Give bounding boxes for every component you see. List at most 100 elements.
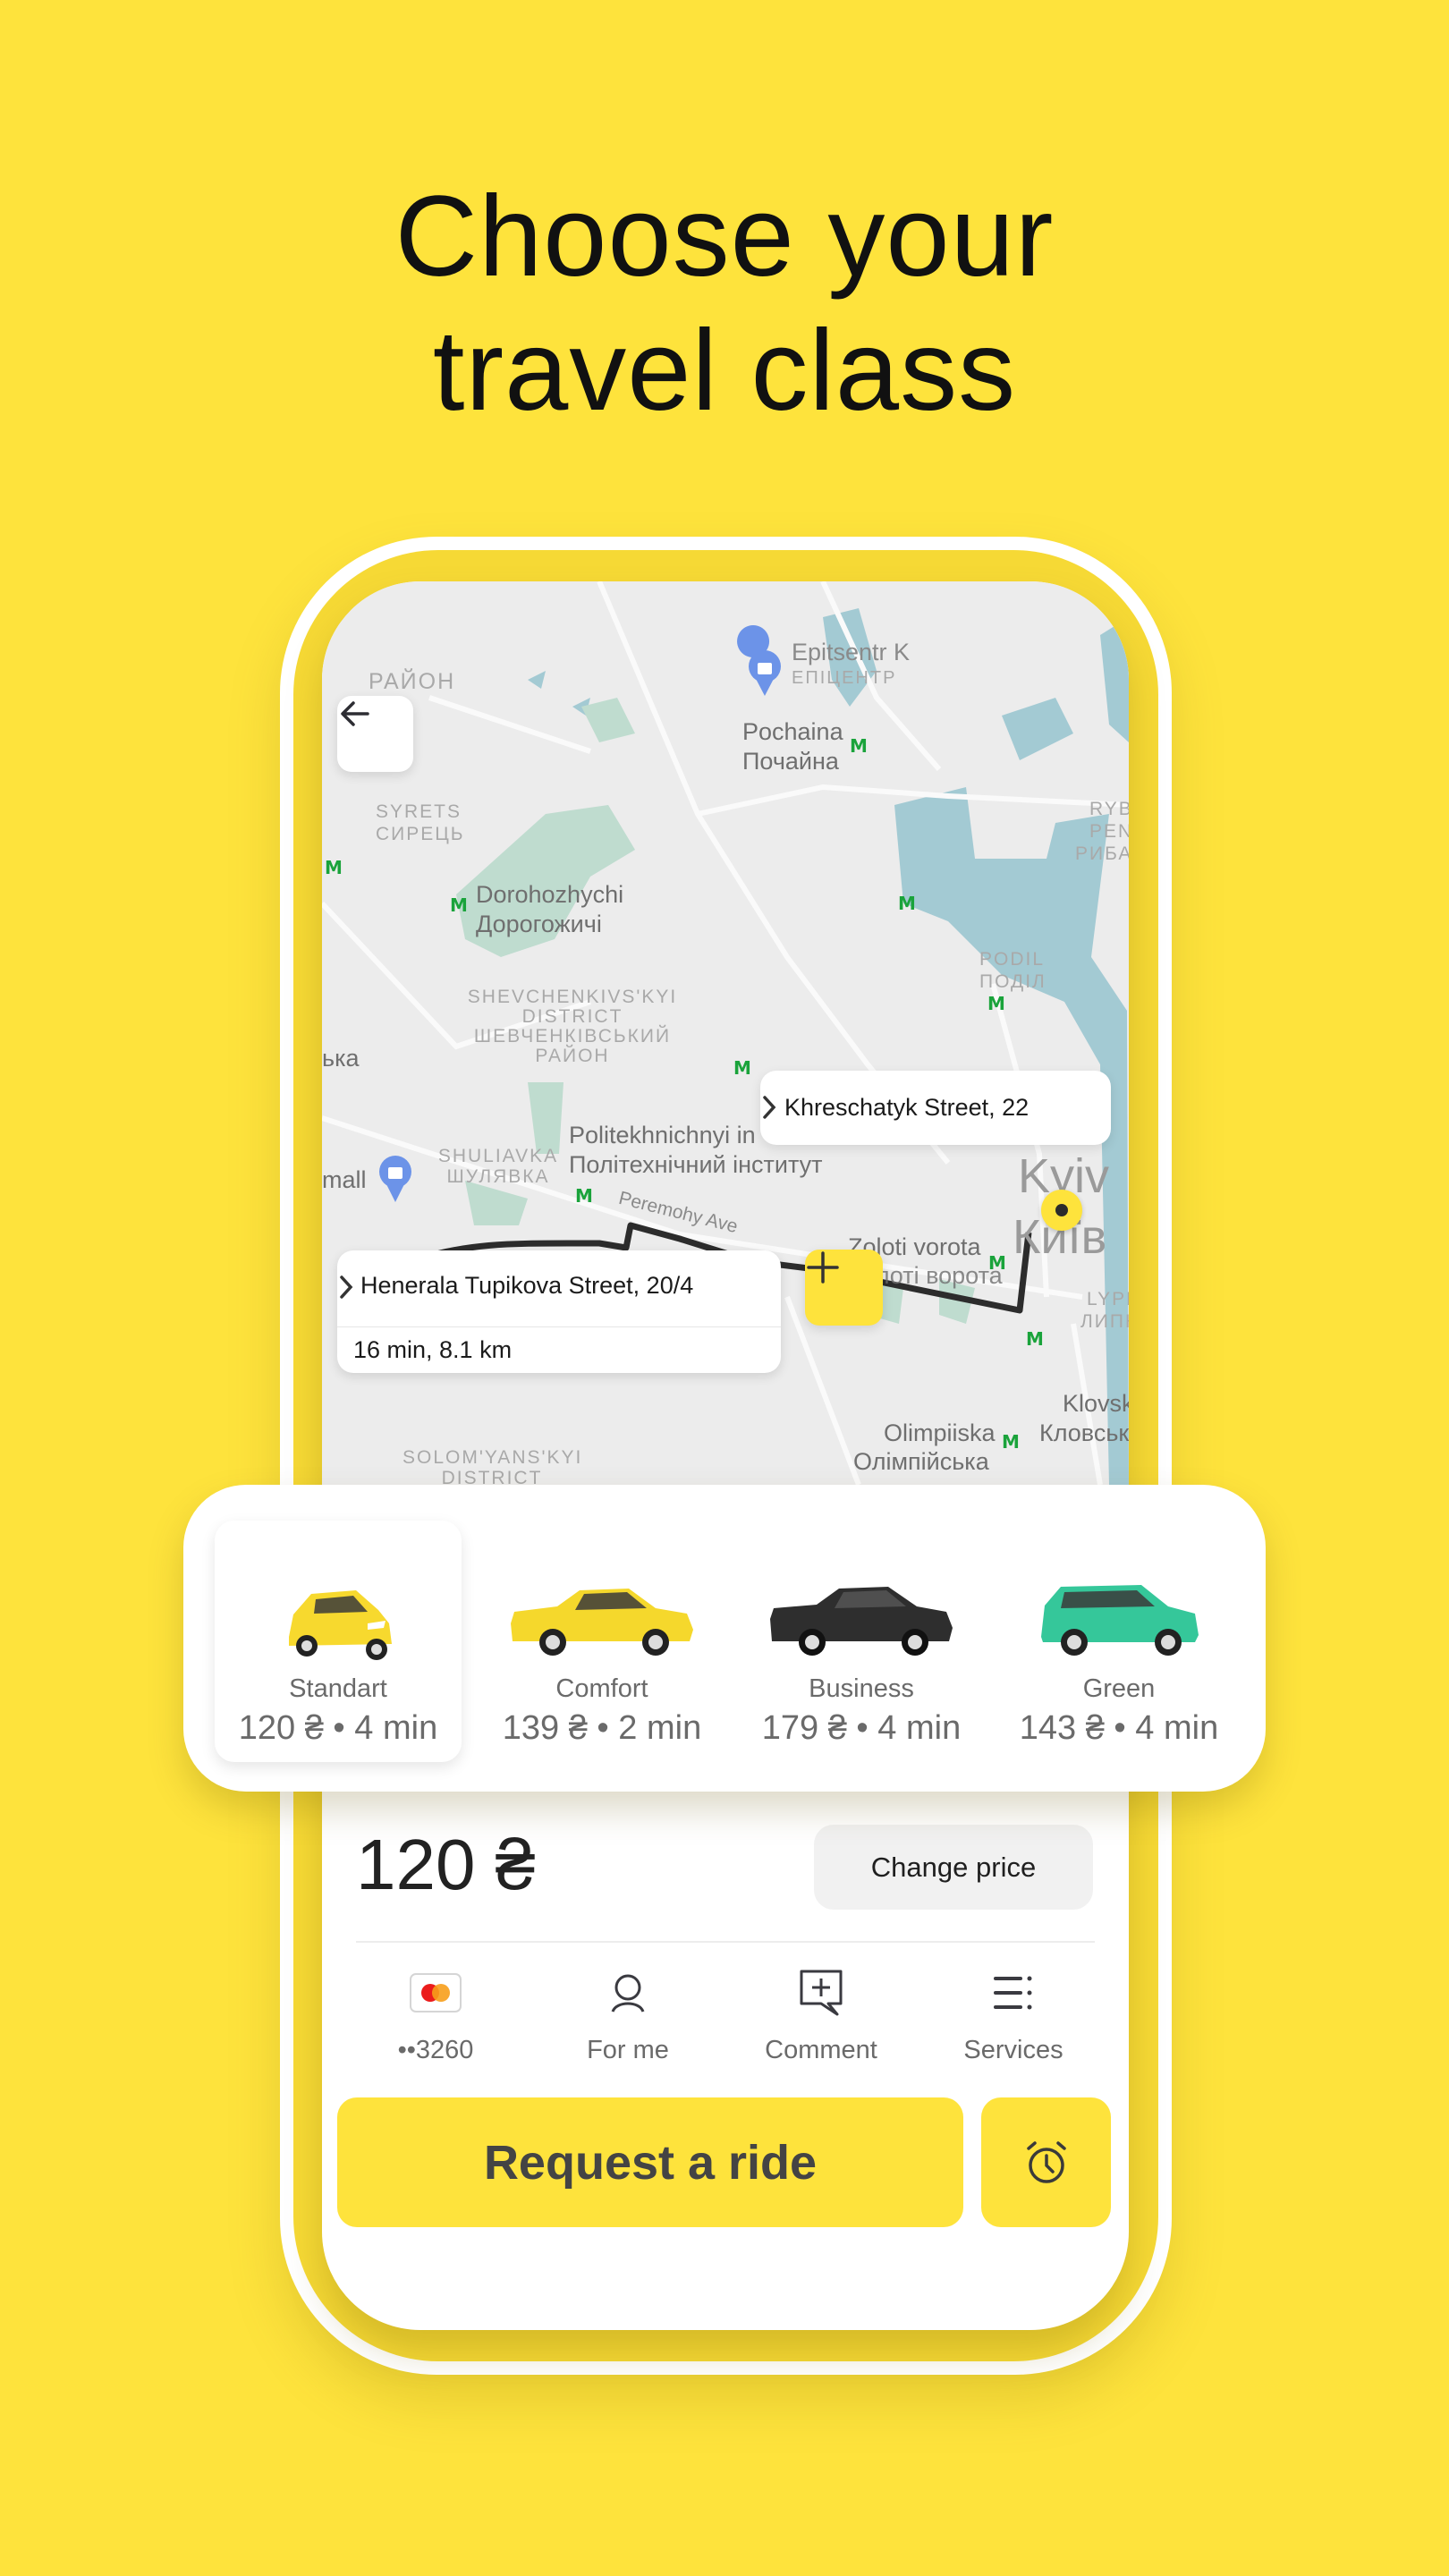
passenger-label: For me <box>587 2036 669 2064</box>
map-label: SOLOM'YANS'KYI <box>402 1447 583 1468</box>
map-label: ька <box>322 1045 360 1072</box>
card-divider <box>337 1326 781 1327</box>
poi-pin-epitsentr <box>737 625 781 696</box>
route-eta: 16 min, 8.1 km <box>353 1336 513 1363</box>
car-image <box>479 1570 725 1668</box>
services-list-icon <box>994 1976 1032 2010</box>
headline: Choose your travel class <box>0 170 1449 438</box>
metro-icon: M <box>1026 1328 1044 1350</box>
class-price-eta: 143 ₴ • 4 min <box>1019 1709 1219 1747</box>
metro-icon: M <box>1002 1431 1020 1453</box>
comment-option[interactable]: Comment <box>732 1966 911 2065</box>
map-label: Dorohozhychi <box>476 881 624 908</box>
alarm-clock-icon <box>1026 2140 1066 2183</box>
map-label: ЛИПК <box>1080 1311 1129 1332</box>
map-label: LYPK <box>1087 1289 1129 1309</box>
map-label: Epitsentr K <box>792 639 911 665</box>
ride-price: 120 ₴ <box>356 1825 536 1904</box>
map-label: ЕПІЦЕНТР <box>792 668 897 688</box>
car-hatchback-front-icon <box>289 1590 392 1660</box>
origin-address: Henerala Tupikova Street, 20/4 <box>360 1272 694 1299</box>
map-label: Olimpiiska <box>884 1419 996 1446</box>
map-label: Почайна <box>742 748 839 775</box>
schedule-ride-button[interactable] <box>981 2097 1111 2227</box>
add-stop-button[interactable] <box>805 1250 883 1326</box>
mastercard-icon <box>410 1973 462 2012</box>
map-label: SYRETS <box>376 801 462 822</box>
metro-icon: M <box>450 894 468 916</box>
map-label: СИРЕЦЬ <box>376 824 465 844</box>
destination-address: Khreschatyk Street, 22 <box>784 1094 1030 1121</box>
car-image <box>215 1570 462 1668</box>
metro-icon: M <box>850 735 868 757</box>
poi-pin-mall <box>379 1156 411 1202</box>
car-image <box>996 1570 1242 1668</box>
request-ride-button[interactable]: Request a ride <box>337 2097 963 2227</box>
chevron-right-icon <box>340 1275 353 1299</box>
back-button[interactable] <box>337 696 413 772</box>
car-image <box>738 1570 985 1668</box>
map-label: mall <box>322 1166 367 1193</box>
passenger-option[interactable]: For me <box>538 1966 717 2065</box>
metro-icon: M <box>325 857 343 878</box>
class-name: Comfort <box>555 1674 648 1703</box>
class-option-standart[interactable]: Standart 120 ₴ • 4 min <box>215 1521 462 1762</box>
map-park <box>581 698 635 742</box>
map-park <box>528 1082 564 1154</box>
services-label: Services <box>963 2036 1063 2064</box>
map-label: Політехнічний інститут <box>569 1151 823 1178</box>
comment-add-icon <box>800 1970 843 2016</box>
chevron-right-icon <box>763 1096 776 1119</box>
metro-icon: M <box>575 1185 593 1207</box>
comment-label: Comment <box>765 2036 877 2064</box>
change-price-button[interactable]: Change price <box>814 1825 1093 1910</box>
destination-marker[interactable] <box>1041 1190 1082 1231</box>
map-label: SHULIAVKA <box>437 1146 559 1166</box>
map-label: Олімпійська <box>853 1448 989 1475</box>
map-label: ШУЛЯВКА <box>446 1166 550 1187</box>
class-option-green[interactable]: Green 143 ₴ • 4 min <box>996 1521 1242 1762</box>
class-option-comfort[interactable]: Comfort 139 ₴ • 2 min <box>479 1521 725 1762</box>
class-price-eta: 139 ₴ • 2 min <box>502 1709 702 1747</box>
car-sedan-icon <box>511 1589 693 1656</box>
plus-icon <box>807 1251 839 1284</box>
divider <box>356 1941 1095 1943</box>
car-sedan-icon <box>770 1587 953 1656</box>
payment-card-label: ••3260 <box>397 2036 474 2064</box>
map-label: PODIL <box>979 949 1046 970</box>
map-label: РАЙОН <box>535 1046 610 1066</box>
map-label: PEN <box>1089 821 1129 842</box>
person-icon <box>611 1974 645 2012</box>
map-label: DISTRICT <box>441 1468 543 1485</box>
car-hatchback-icon <box>1041 1585 1199 1656</box>
map-label: ПОДІЛ <box>979 971 1046 992</box>
map-water <box>528 671 546 689</box>
map-label: Дорогожичі <box>476 911 602 937</box>
map-water <box>1100 617 1129 742</box>
arrow-left-icon <box>341 701 369 726</box>
map-view[interactable]: РАЙОН Epitsentr K ЕПІЦЕНТР Pochaina Поча… <box>322 581 1129 1485</box>
map-label: РАЙОН <box>369 669 456 694</box>
app-screen: РАЙОН Epitsentr K ЕПІЦЕНТР Pochaina Поча… <box>322 581 1129 2330</box>
headline-line-1: Choose your <box>394 173 1055 301</box>
map-label: Klovsk <box>1063 1390 1129 1417</box>
class-name: Green <box>1082 1674 1156 1703</box>
payment-method-option[interactable]: ••3260 <box>346 1966 525 2065</box>
map-label: Politekhnichnyi in <box>569 1122 756 1148</box>
travel-class-selector: Standart 120 ₴ • 4 min Comfort 139 ₴ • 2… <box>183 1485 1266 1792</box>
metro-icon: M <box>733 1057 751 1079</box>
map-label: Pochaina <box>742 718 843 745</box>
class-price-eta: 120 ₴ • 4 min <box>238 1709 438 1747</box>
origin-address-card[interactable]: Henerala Tupikova Street, 20/4 16 min, 8… <box>337 1250 781 1373</box>
map-label: RYB <box>1089 799 1129 819</box>
map-label: РИБАЛ <box>1075 843 1129 864</box>
class-name: Business <box>809 1674 914 1703</box>
destination-address-pill[interactable]: Khreschatyk Street, 22 <box>760 1071 1111 1145</box>
metro-icon: M <box>988 1252 1006 1274</box>
class-option-business[interactable]: Business 179 ₴ • 4 min <box>738 1521 985 1762</box>
services-option[interactable]: Services <box>924 1966 1103 2065</box>
class-price-eta: 179 ₴ • 4 min <box>761 1709 962 1747</box>
metro-icon: M <box>987 993 1005 1014</box>
map-label: Кловськ <box>1039 1419 1129 1446</box>
headline-line-2: travel class <box>432 307 1017 435</box>
